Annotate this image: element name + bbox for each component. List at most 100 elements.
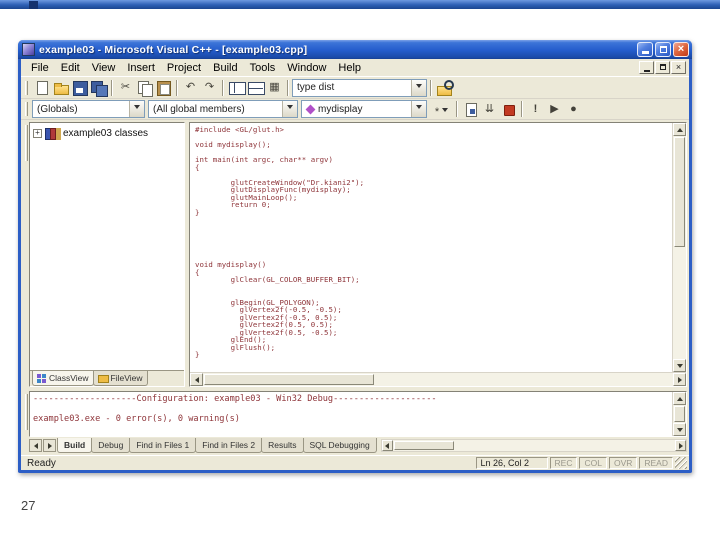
menu-tools[interactable]: Tools xyxy=(244,61,282,75)
undo-icon xyxy=(181,79,200,96)
menu-file[interactable]: File xyxy=(25,61,55,75)
tab-build[interactable]: Build xyxy=(57,438,93,453)
stop-build-icon xyxy=(499,101,518,118)
open-button[interactable] xyxy=(51,79,70,96)
code-text[interactable]: #include <GL/glut.h> void mydisplay(); i… xyxy=(190,123,672,372)
menu-build[interactable]: Build xyxy=(207,61,243,75)
open-folder-icon xyxy=(51,79,70,96)
mdi-restore-button[interactable] xyxy=(655,61,670,74)
toolbar-grip[interactable] xyxy=(25,102,28,116)
classview-icon xyxy=(37,373,47,384)
scroll-right-button[interactable] xyxy=(675,440,686,451)
members-combo[interactable]: (All global members) xyxy=(148,100,298,118)
tab-debug[interactable]: Debug xyxy=(91,438,131,453)
tree-root-node[interactable]: example03 classes xyxy=(33,127,181,140)
cut-button[interactable] xyxy=(116,79,135,96)
cursor-position: Ln 26, Col 2 xyxy=(475,457,548,469)
undo-button[interactable] xyxy=(181,79,200,96)
copy-button[interactable] xyxy=(135,79,154,97)
scrollbar-thumb[interactable] xyxy=(393,441,454,450)
tree-expand-icon[interactable] xyxy=(33,128,42,138)
workspace-pane-button[interactable] xyxy=(227,79,246,96)
go-button[interactable] xyxy=(545,101,564,118)
output-vertical-scrollbar[interactable] xyxy=(672,392,686,436)
menu-window[interactable]: Window xyxy=(281,61,332,75)
editor-vertical-scrollbar[interactable] xyxy=(672,123,686,372)
scroll-right-button[interactable] xyxy=(673,373,686,386)
title-bar[interactable]: example03 - Microsoft Visual C++ - [exam… xyxy=(18,40,692,59)
window-list-icon xyxy=(265,79,284,96)
redo-button[interactable] xyxy=(200,79,219,96)
dropdown-arrow-icon[interactable] xyxy=(411,79,426,96)
menu-edit[interactable]: Edit xyxy=(55,61,86,75)
new-file-icon xyxy=(32,79,51,96)
find-in-files-button[interactable] xyxy=(435,79,454,96)
build-button[interactable] xyxy=(480,101,499,118)
save-all-icon xyxy=(89,79,108,97)
indicator-ovr: OVR xyxy=(608,457,638,469)
tree-root-label: example03 classes xyxy=(63,127,149,139)
toolbar-separator xyxy=(287,79,289,96)
build-output-text[interactable]: --------------------Configuration: examp… xyxy=(30,392,672,436)
output-pane-button[interactable] xyxy=(246,79,265,96)
class-view-tree[interactable]: example03 classes xyxy=(30,123,184,370)
indicator-col: COL xyxy=(579,457,607,469)
mdi-close-button[interactable]: × xyxy=(671,61,686,74)
cut-icon xyxy=(116,79,135,96)
resize-grip[interactable] xyxy=(675,457,687,469)
scroll-left-button[interactable] xyxy=(381,440,393,451)
tab-find-in-files-1[interactable]: Find in Files 1 xyxy=(129,438,197,453)
standard-toolbar: type dist xyxy=(21,77,689,99)
function-combo[interactable]: mydisplay xyxy=(301,100,427,118)
restore-icon xyxy=(659,46,667,53)
menu-view[interactable]: View xyxy=(86,61,122,75)
scroll-down-button[interactable] xyxy=(673,359,686,372)
scroll-left-button[interactable] xyxy=(190,373,203,386)
tab-scroll-right-button[interactable] xyxy=(43,439,56,452)
stop-build-button[interactable] xyxy=(499,101,518,118)
tab-scroll-left-button[interactable] xyxy=(29,439,42,452)
save-all-button[interactable] xyxy=(89,79,108,97)
tab-results[interactable]: Results xyxy=(261,438,304,453)
scroll-up-button[interactable] xyxy=(673,392,686,405)
scroll-down-button[interactable] xyxy=(673,423,686,436)
minimize-button[interactable] xyxy=(637,42,653,57)
scroll-up-button[interactable] xyxy=(673,123,686,136)
mdi-minimize-button[interactable] xyxy=(639,61,654,74)
class-combo[interactable]: (Globals) xyxy=(32,100,145,118)
scrollbar-thumb[interactable] xyxy=(204,374,374,385)
dropdown-arrow-icon[interactable] xyxy=(282,101,297,117)
menu-help[interactable]: Help xyxy=(332,61,367,75)
tab-find-in-files-2[interactable]: Find in Files 2 xyxy=(195,438,263,453)
slide-page-number: 27 xyxy=(21,498,36,513)
wizard-actions-button[interactable] xyxy=(427,101,453,118)
find-combo[interactable]: type dist xyxy=(292,78,427,97)
menu-project[interactable]: Project xyxy=(161,61,207,75)
compile-button[interactable] xyxy=(461,101,480,118)
restore-button[interactable] xyxy=(655,42,671,57)
dropdown-arrow-icon[interactable] xyxy=(411,101,426,117)
scrollbar-thumb[interactable] xyxy=(674,137,685,247)
menu-bar: File Edit View Insert Project Build Tool… xyxy=(21,59,689,77)
tab-sql-debugging[interactable]: SQL Debugging xyxy=(302,438,377,453)
go-icon xyxy=(545,101,564,118)
copy-icon xyxy=(135,79,154,97)
execute-program-button[interactable] xyxy=(526,101,545,118)
new-file-button[interactable] xyxy=(32,79,51,96)
scrollbar-thumb[interactable] xyxy=(674,406,685,422)
editor-horizontal-scrollbar[interactable] xyxy=(190,372,686,386)
paste-button[interactable] xyxy=(154,79,173,96)
output-horizontal-scrollbar[interactable] xyxy=(380,439,687,452)
tab-fileview[interactable]: FileView xyxy=(92,371,148,386)
output-tabs-row: Build Debug Find in Files 1 Find in File… xyxy=(29,437,687,453)
chevron-down-icon xyxy=(442,107,448,115)
tab-classview[interactable]: ClassView xyxy=(32,371,94,386)
toolbar-grip[interactable] xyxy=(25,80,28,95)
close-button[interactable]: × xyxy=(673,42,689,57)
insert-breakpoint-button[interactable] xyxy=(564,101,583,118)
window-list-button[interactable] xyxy=(265,79,284,96)
mdi-restore-icon xyxy=(659,64,666,70)
menu-insert[interactable]: Insert xyxy=(121,61,161,75)
save-button[interactable] xyxy=(70,79,89,96)
dropdown-arrow-icon[interactable] xyxy=(129,101,144,117)
